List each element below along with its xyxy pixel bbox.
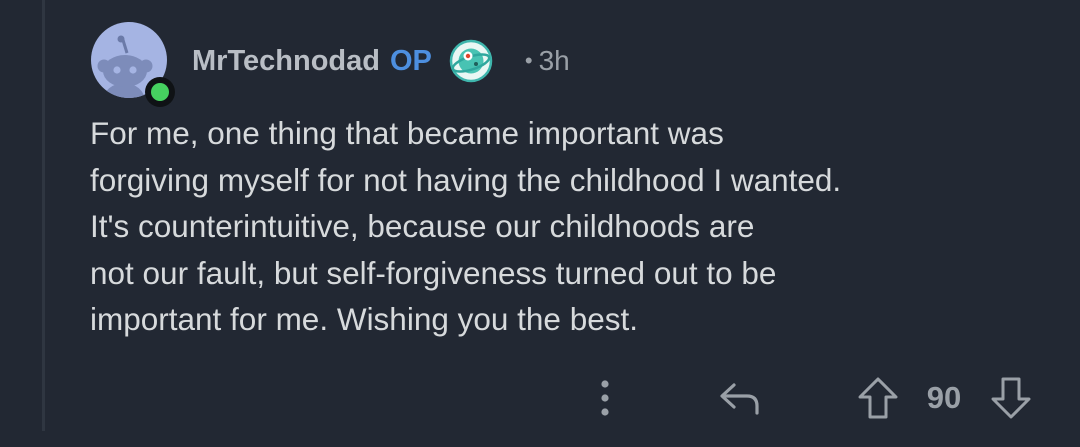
comment-body-line: important for me. Wishing you the best. [90, 301, 638, 337]
more-options-button[interactable] [585, 372, 625, 424]
vote-score: 90 [926, 380, 962, 415]
online-status-indicator [145, 77, 175, 107]
thread-line[interactable] [42, 0, 45, 431]
comment-body: For me, one thing that became important … [90, 110, 1050, 343]
reply-arrow-icon [720, 383, 759, 415]
downvote-arrow-icon [991, 377, 1031, 419]
downvote-button[interactable] [985, 372, 1037, 424]
upvote-arrow-icon [858, 377, 898, 419]
comment-meta: MrTechnodad OP • 3h [192, 37, 570, 85]
comment-body-line: not our fault, but self-forgiveness turn… [90, 254, 777, 291]
comment-body-line: forgiving myself for not having the chil… [90, 161, 842, 198]
comment-body-line: It's counterintuitive, because our child… [90, 208, 755, 244]
meta-separator: • [524, 48, 533, 73]
upvote-button[interactable] [852, 372, 904, 424]
planet-snoo-icon [449, 39, 493, 83]
reply-button[interactable] [712, 372, 768, 424]
op-badge: OP [389, 44, 432, 77]
comment-body-line: For me, one thing that became important … [90, 115, 724, 151]
more-vertical-icon [601, 380, 609, 416]
author-username[interactable]: MrTechnodad [192, 45, 380, 78]
online-dot [151, 83, 169, 101]
comment-age: 3h [538, 45, 570, 76]
